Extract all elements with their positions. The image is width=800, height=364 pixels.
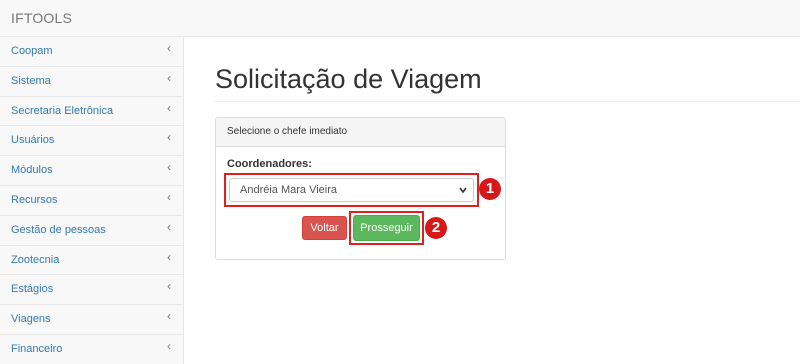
sidebar-item-label: Sistema <box>11 74 51 87</box>
prosseguir-button[interactable]: Prosseguir <box>353 215 420 241</box>
sidebar-item-label: Estágios <box>11 283 54 296</box>
sidebar-item-modulos[interactable]: Módulos ‹ <box>0 156 183 186</box>
coordenadores-label: Coordenadores: <box>227 158 312 170</box>
top-navbar: IFTOOLS <box>0 0 800 37</box>
chevron-left-icon: ‹ <box>167 130 171 145</box>
chevron-left-icon: ‹ <box>167 249 171 264</box>
chevron-left-icon: ‹ <box>167 41 171 55</box>
chevron-left-icon: ‹ <box>167 309 171 324</box>
panel-heading: Selecione o chefe imediato <box>216 118 505 147</box>
select-value: Andréia Mara Vieira <box>240 184 338 196</box>
sidebar-item-viagens[interactable]: Viagens ‹ <box>0 305 183 335</box>
step-badge-1: 1 <box>479 178 501 200</box>
sidebar-item-label: Zootecnia <box>11 253 60 266</box>
coordenadores-select[interactable]: Andréia Mara Vieira <box>229 178 474 202</box>
chevron-left-icon: ‹ <box>167 70 171 85</box>
sidebar-item-label: Recursos <box>11 193 58 206</box>
chevron-left-icon: ‹ <box>167 160 171 175</box>
sidebar-item-sistema[interactable]: Sistema ‹ <box>0 67 183 97</box>
chevron-left-icon: ‹ <box>167 338 171 353</box>
sidebar-item-recursos[interactable]: Recursos ‹ <box>0 186 183 216</box>
sidebar-item-label: Módulos <box>11 164 53 177</box>
sidebar: Coopam ‹ Sistema ‹ Secretaria Eletrônica… <box>0 37 184 364</box>
page-title: Solicitação de Viagem <box>215 64 482 94</box>
sidebar-item-usuarios[interactable]: Usuários ‹ <box>0 126 183 157</box>
sidebar-item-coopam[interactable]: Coopam ‹ <box>0 37 183 67</box>
sidebar-item-gestao-de-pessoas[interactable]: Gestão de pessoas ‹ <box>0 216 183 246</box>
sidebar-item-zootecnia[interactable]: Zootecnia ‹ <box>0 246 183 276</box>
chevron-left-icon: ‹ <box>167 100 171 115</box>
sidebar-item-estagios[interactable]: Estágios ‹ <box>0 275 183 306</box>
title-divider <box>215 101 800 102</box>
chevron-left-icon: ‹ <box>167 219 171 234</box>
step-badge-2: 2 <box>425 217 447 239</box>
voltar-button[interactable]: Voltar <box>302 216 347 240</box>
chevron-down-icon <box>459 187 467 194</box>
brand-logo[interactable]: IFTOOLS <box>11 10 72 26</box>
sidebar-item-label: Coopam <box>11 45 53 57</box>
sidebar-item-label: Usuários <box>11 134 55 147</box>
chevron-left-icon: ‹ <box>167 279 171 294</box>
sidebar-item-label: Secretaria Eletrônica <box>11 104 114 117</box>
sidebar-item-secretaria-eletronica[interactable]: Secretaria Eletrônica ‹ <box>0 97 183 127</box>
chevron-left-icon: ‹ <box>167 189 171 204</box>
sidebar-item-label: Viagens <box>11 313 51 326</box>
sidebar-item-financeiro[interactable]: Financeiro ‹ <box>0 335 183 364</box>
sidebar-item-label: Financeiro <box>11 342 63 355</box>
chefe-panel: Selecione o chefe imediato Coordenadores… <box>215 117 506 260</box>
sidebar-item-label: Gestão de pessoas <box>11 223 106 236</box>
